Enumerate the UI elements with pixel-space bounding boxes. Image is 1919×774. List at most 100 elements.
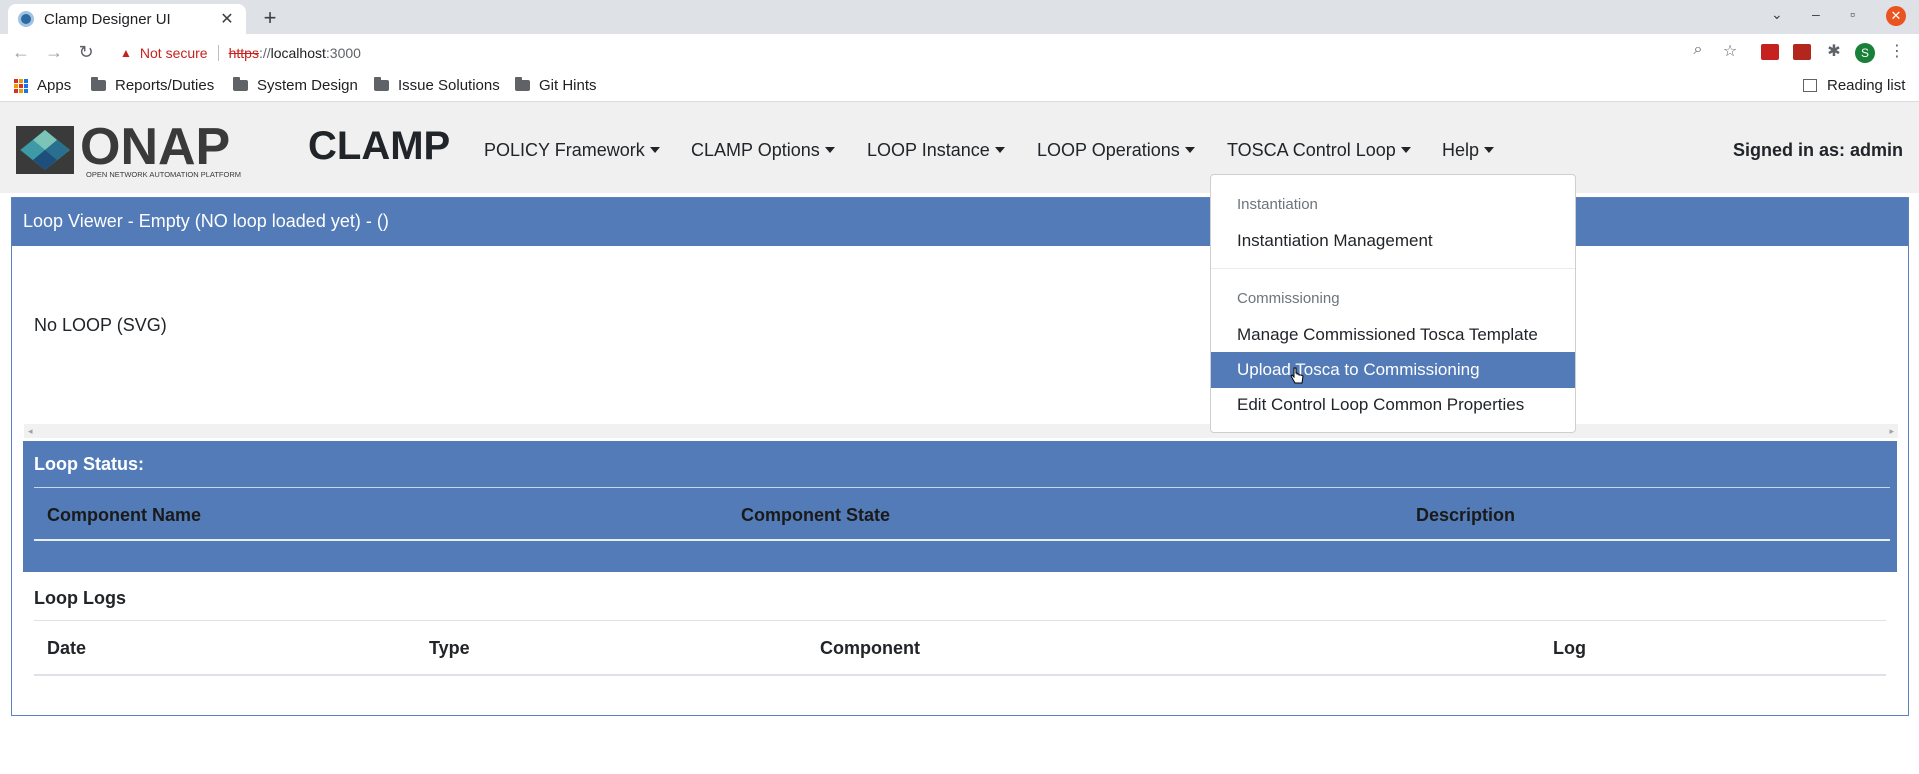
dropdown-divider xyxy=(1211,268,1575,269)
caret-down-icon xyxy=(824,147,835,153)
extension-pdf-icon[interactable] xyxy=(1793,44,1811,60)
logs-header-divider xyxy=(34,674,1886,676)
new-tab-button[interactable]: + xyxy=(258,5,282,31)
menu-label: LOOP Operations xyxy=(1037,140,1180,160)
bookmark-system-design[interactable]: System Design xyxy=(233,77,358,94)
status-col-component-name: Component Name xyxy=(47,505,202,525)
browser-tab[interactable]: Clamp Designer UI ✕ xyxy=(8,4,246,34)
caret-down-icon xyxy=(1184,147,1195,153)
status-col-component-state: Component State xyxy=(741,505,891,525)
folder-icon xyxy=(515,77,530,91)
app-navbar: ONAP OPEN NETWORK AUTOMATION PLATFORM CL… xyxy=(0,102,1919,193)
status-divider xyxy=(34,487,1890,488)
browser-toolbar: ← → ↻ ▲ Not secure https :// localhost :… xyxy=(0,34,1919,71)
reload-icon[interactable]: ↻ xyxy=(75,42,97,63)
menu-loop-instance[interactable]: LOOP Instance xyxy=(867,140,1005,161)
folder-icon xyxy=(374,77,389,91)
tab-close-icon[interactable]: ✕ xyxy=(218,9,236,29)
loop-status-title: Loop Status: xyxy=(34,454,144,474)
menu-label: LOOP Instance xyxy=(867,140,990,160)
minimize-icon[interactable]: – xyxy=(1812,6,1820,22)
extension-red-icon[interactable] xyxy=(1761,44,1779,60)
zoom-icon[interactable]: ⌕ xyxy=(1687,41,1709,59)
bookmark-label: System Design xyxy=(257,77,358,94)
onap-logo: ONAP OPEN NETWORK AUTOMATION PLATFORM xyxy=(16,120,241,179)
scroll-left-icon[interactable]: ◂ xyxy=(28,424,33,438)
logs-col-date: Date xyxy=(47,638,87,658)
caret-down-icon xyxy=(994,147,1005,153)
loop-status-panel: Loop Status: Component Name Component St… xyxy=(23,441,1897,572)
browser-tab-strip: Clamp Designer UI ✕ + ⌄ – ▫ ✕ xyxy=(0,0,1919,34)
warning-icon: ▲ xyxy=(120,46,132,60)
status-header-divider xyxy=(34,539,1890,541)
bookmark-label: Reports/Duties xyxy=(115,77,215,94)
logs-col-type: Type xyxy=(429,638,470,658)
loop-viewer-card: Loop Viewer - Empty (NO loop loaded yet)… xyxy=(11,197,1909,716)
bookmark-star-icon[interactable]: ☆ xyxy=(1719,41,1741,61)
bookmarks-bar: Apps Reports/Duties System Design Issue … xyxy=(0,71,1919,102)
not-secure-label[interactable]: Not secure xyxy=(140,45,208,61)
site-favicon-icon xyxy=(18,11,34,27)
menu-item-edit-control-loop-properties[interactable]: Edit Control Loop Common Properties xyxy=(1211,387,1575,423)
url-host: localhost xyxy=(270,45,326,61)
menu-label: Help xyxy=(1442,140,1480,160)
profile-avatar[interactable]: S xyxy=(1855,43,1875,63)
caret-down-icon xyxy=(649,147,660,153)
bookmark-label: Apps xyxy=(37,77,72,94)
caret-down-icon xyxy=(1484,147,1495,153)
apps-grid-icon xyxy=(14,78,28,93)
hand-cursor-icon xyxy=(1290,367,1304,384)
tosca-control-loop-dropdown: Instantiation Instantiation Management C… xyxy=(1210,174,1576,433)
status-col-description: Description xyxy=(1416,505,1516,525)
menu-item-instantiation-management[interactable]: Instantiation Management xyxy=(1211,223,1575,259)
reading-list-button[interactable]: Reading list xyxy=(1803,77,1905,94)
caret-down-icon xyxy=(1400,147,1411,153)
menu-clamp-options[interactable]: CLAMP Options xyxy=(691,140,835,161)
menu-policy-framework[interactable]: POLICY Framework xyxy=(484,140,660,161)
logo-text: ONAP xyxy=(80,120,230,176)
logs-col-component: Component xyxy=(820,638,920,658)
logs-top-divider xyxy=(34,620,1886,621)
menu-tosca-control-loop[interactable]: TOSCA Control Loop xyxy=(1227,140,1411,161)
menu-label: TOSCA Control Loop xyxy=(1227,140,1396,160)
bookmark-label: Git Hints xyxy=(539,77,597,94)
menu-loop-operations[interactable]: LOOP Operations xyxy=(1037,140,1195,161)
scroll-right-icon[interactable]: ▸ xyxy=(1889,424,1894,438)
url-separator: :// xyxy=(258,45,271,61)
window-close-button[interactable]: ✕ xyxy=(1886,6,1906,26)
menu-item-manage-commissioned-tosca[interactable]: Manage Commissioned Tosca Template xyxy=(1211,317,1575,353)
url-port: :3000 xyxy=(325,45,361,61)
tab-search-icon[interactable]: ⌄ xyxy=(1771,6,1783,23)
forward-icon[interactable]: → xyxy=(43,42,65,63)
menu-label: CLAMP Options xyxy=(691,140,820,160)
bookmark-apps[interactable]: Apps xyxy=(14,77,71,94)
browser-menu-icon[interactable]: ⋮ xyxy=(1886,41,1908,61)
reading-list-label: Reading list xyxy=(1827,77,1906,94)
bookmark-label: Issue Solutions xyxy=(398,77,500,94)
horizontal-scrollbar[interactable]: ◂ ▸ xyxy=(24,424,1898,438)
bookmark-git-hints[interactable]: Git Hints xyxy=(515,77,597,94)
dropdown-header-instantiation: Instantiation xyxy=(1237,196,1318,213)
bookmark-reports-duties[interactable]: Reports/Duties xyxy=(91,77,214,94)
menu-item-upload-tosca[interactable]: Upload Tosca to Commissioning xyxy=(1211,352,1575,388)
bookmark-issue-solutions[interactable]: Issue Solutions xyxy=(374,77,500,94)
loop-viewer-header: Loop Viewer - Empty (NO loop loaded yet)… xyxy=(12,198,1908,246)
url-scheme: https xyxy=(228,45,259,61)
tab-title: Clamp Designer UI xyxy=(44,10,171,28)
reading-list-icon xyxy=(1803,79,1817,92)
back-icon[interactable]: ← xyxy=(10,42,32,63)
loop-logs-title: Loop Logs xyxy=(34,588,126,608)
folder-icon xyxy=(91,77,106,91)
logs-col-log: Log xyxy=(1553,638,1586,658)
omnibox-separator xyxy=(217,45,219,61)
menu-help[interactable]: Help xyxy=(1442,140,1495,161)
dropdown-header-commissioning: Commissioning xyxy=(1237,290,1340,307)
brand-title[interactable]: CLAMP xyxy=(308,124,450,169)
address-bar[interactable]: ▲ Not secure https :// localhost :3000 xyxy=(108,38,1768,68)
signed-in-user: Signed in as: admin xyxy=(1732,140,1903,160)
extensions-puzzle-icon[interactable]: ✱ xyxy=(1823,41,1845,61)
folder-icon xyxy=(233,77,248,91)
restore-icon[interactable]: ▫ xyxy=(1850,6,1855,22)
logo-subtitle: OPEN NETWORK AUTOMATION PLATFORM xyxy=(86,170,241,179)
menu-label: POLICY Framework xyxy=(484,140,645,160)
